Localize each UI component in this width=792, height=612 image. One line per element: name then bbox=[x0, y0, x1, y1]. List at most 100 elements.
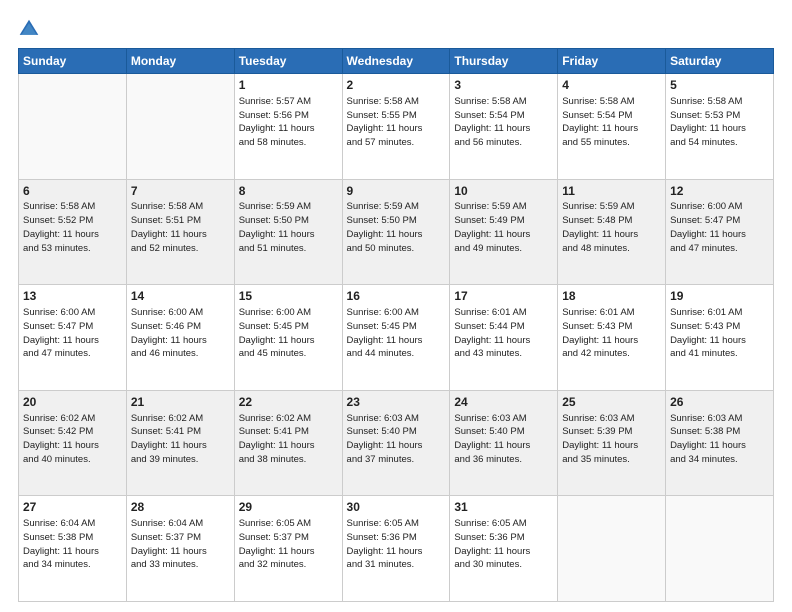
calendar-day-cell bbox=[126, 74, 234, 180]
calendar-day-cell: 23Sunrise: 6:03 AM Sunset: 5:40 PM Dayli… bbox=[342, 390, 450, 496]
day-info: Sunrise: 5:57 AM Sunset: 5:56 PM Dayligh… bbox=[239, 95, 338, 150]
calendar-day-cell: 26Sunrise: 6:03 AM Sunset: 5:38 PM Dayli… bbox=[666, 390, 774, 496]
day-info: Sunrise: 6:02 AM Sunset: 5:41 PM Dayligh… bbox=[131, 412, 230, 467]
day-info: Sunrise: 6:00 AM Sunset: 5:47 PM Dayligh… bbox=[670, 200, 769, 255]
day-number: 25 bbox=[562, 394, 661, 411]
day-number: 17 bbox=[454, 288, 553, 305]
day-info: Sunrise: 5:58 AM Sunset: 5:52 PM Dayligh… bbox=[23, 200, 122, 255]
weekday-header: Wednesday bbox=[342, 49, 450, 74]
day-number: 6 bbox=[23, 183, 122, 200]
day-number: 28 bbox=[131, 499, 230, 516]
calendar-day-cell: 20Sunrise: 6:02 AM Sunset: 5:42 PM Dayli… bbox=[19, 390, 127, 496]
weekday-header: Saturday bbox=[666, 49, 774, 74]
day-number: 14 bbox=[131, 288, 230, 305]
calendar-week-row: 20Sunrise: 6:02 AM Sunset: 5:42 PM Dayli… bbox=[19, 390, 774, 496]
day-number: 16 bbox=[347, 288, 446, 305]
calendar-day-cell: 25Sunrise: 6:03 AM Sunset: 5:39 PM Dayli… bbox=[558, 390, 666, 496]
calendar-table: SundayMondayTuesdayWednesdayThursdayFrid… bbox=[18, 48, 774, 602]
logo bbox=[18, 18, 44, 40]
day-info: Sunrise: 6:05 AM Sunset: 5:37 PM Dayligh… bbox=[239, 517, 338, 572]
calendar-week-row: 27Sunrise: 6:04 AM Sunset: 5:38 PM Dayli… bbox=[19, 496, 774, 602]
day-number: 27 bbox=[23, 499, 122, 516]
day-number: 2 bbox=[347, 77, 446, 94]
calendar-day-cell: 4Sunrise: 5:58 AM Sunset: 5:54 PM Daylig… bbox=[558, 74, 666, 180]
calendar-week-row: 6Sunrise: 5:58 AM Sunset: 5:52 PM Daylig… bbox=[19, 179, 774, 285]
day-number: 29 bbox=[239, 499, 338, 516]
calendar-day-cell: 6Sunrise: 5:58 AM Sunset: 5:52 PM Daylig… bbox=[19, 179, 127, 285]
day-info: Sunrise: 6:04 AM Sunset: 5:38 PM Dayligh… bbox=[23, 517, 122, 572]
calendar-day-cell bbox=[19, 74, 127, 180]
calendar-day-cell: 15Sunrise: 6:00 AM Sunset: 5:45 PM Dayli… bbox=[234, 285, 342, 391]
day-number: 1 bbox=[239, 77, 338, 94]
day-info: Sunrise: 6:03 AM Sunset: 5:40 PM Dayligh… bbox=[454, 412, 553, 467]
calendar-day-cell: 1Sunrise: 5:57 AM Sunset: 5:56 PM Daylig… bbox=[234, 74, 342, 180]
day-number: 8 bbox=[239, 183, 338, 200]
day-number: 12 bbox=[670, 183, 769, 200]
calendar-day-cell: 19Sunrise: 6:01 AM Sunset: 5:43 PM Dayli… bbox=[666, 285, 774, 391]
logo-icon bbox=[18, 18, 40, 40]
day-number: 23 bbox=[347, 394, 446, 411]
day-info: Sunrise: 6:00 AM Sunset: 5:45 PM Dayligh… bbox=[347, 306, 446, 361]
calendar-week-row: 13Sunrise: 6:00 AM Sunset: 5:47 PM Dayli… bbox=[19, 285, 774, 391]
calendar-day-cell: 29Sunrise: 6:05 AM Sunset: 5:37 PM Dayli… bbox=[234, 496, 342, 602]
calendar-day-cell: 8Sunrise: 5:59 AM Sunset: 5:50 PM Daylig… bbox=[234, 179, 342, 285]
day-info: Sunrise: 6:03 AM Sunset: 5:40 PM Dayligh… bbox=[347, 412, 446, 467]
calendar-day-cell: 30Sunrise: 6:05 AM Sunset: 5:36 PM Dayli… bbox=[342, 496, 450, 602]
day-number: 3 bbox=[454, 77, 553, 94]
day-info: Sunrise: 6:01 AM Sunset: 5:43 PM Dayligh… bbox=[562, 306, 661, 361]
calendar-day-cell: 3Sunrise: 5:58 AM Sunset: 5:54 PM Daylig… bbox=[450, 74, 558, 180]
calendar-header-row: SundayMondayTuesdayWednesdayThursdayFrid… bbox=[19, 49, 774, 74]
day-info: Sunrise: 5:59 AM Sunset: 5:50 PM Dayligh… bbox=[347, 200, 446, 255]
calendar-day-cell: 24Sunrise: 6:03 AM Sunset: 5:40 PM Dayli… bbox=[450, 390, 558, 496]
calendar-day-cell bbox=[558, 496, 666, 602]
page: SundayMondayTuesdayWednesdayThursdayFrid… bbox=[0, 0, 792, 612]
calendar-day-cell: 27Sunrise: 6:04 AM Sunset: 5:38 PM Dayli… bbox=[19, 496, 127, 602]
calendar-day-cell: 14Sunrise: 6:00 AM Sunset: 5:46 PM Dayli… bbox=[126, 285, 234, 391]
weekday-header: Thursday bbox=[450, 49, 558, 74]
calendar-day-cell: 18Sunrise: 6:01 AM Sunset: 5:43 PM Dayli… bbox=[558, 285, 666, 391]
calendar-week-row: 1Sunrise: 5:57 AM Sunset: 5:56 PM Daylig… bbox=[19, 74, 774, 180]
day-info: Sunrise: 5:59 AM Sunset: 5:49 PM Dayligh… bbox=[454, 200, 553, 255]
calendar-day-cell: 5Sunrise: 5:58 AM Sunset: 5:53 PM Daylig… bbox=[666, 74, 774, 180]
weekday-header: Monday bbox=[126, 49, 234, 74]
day-number: 31 bbox=[454, 499, 553, 516]
day-number: 18 bbox=[562, 288, 661, 305]
day-number: 19 bbox=[670, 288, 769, 305]
weekday-header: Sunday bbox=[19, 49, 127, 74]
day-info: Sunrise: 6:04 AM Sunset: 5:37 PM Dayligh… bbox=[131, 517, 230, 572]
day-info: Sunrise: 6:01 AM Sunset: 5:43 PM Dayligh… bbox=[670, 306, 769, 361]
day-number: 10 bbox=[454, 183, 553, 200]
day-number: 22 bbox=[239, 394, 338, 411]
day-info: Sunrise: 6:00 AM Sunset: 5:45 PM Dayligh… bbox=[239, 306, 338, 361]
weekday-header: Tuesday bbox=[234, 49, 342, 74]
weekday-header: Friday bbox=[558, 49, 666, 74]
day-number: 21 bbox=[131, 394, 230, 411]
day-info: Sunrise: 6:02 AM Sunset: 5:42 PM Dayligh… bbox=[23, 412, 122, 467]
day-number: 7 bbox=[131, 183, 230, 200]
day-number: 24 bbox=[454, 394, 553, 411]
day-number: 4 bbox=[562, 77, 661, 94]
day-info: Sunrise: 5:58 AM Sunset: 5:54 PM Dayligh… bbox=[562, 95, 661, 150]
day-info: Sunrise: 6:03 AM Sunset: 5:39 PM Dayligh… bbox=[562, 412, 661, 467]
day-info: Sunrise: 5:58 AM Sunset: 5:54 PM Dayligh… bbox=[454, 95, 553, 150]
calendar-day-cell: 31Sunrise: 6:05 AM Sunset: 5:36 PM Dayli… bbox=[450, 496, 558, 602]
day-info: Sunrise: 5:58 AM Sunset: 5:51 PM Dayligh… bbox=[131, 200, 230, 255]
day-number: 20 bbox=[23, 394, 122, 411]
day-info: Sunrise: 6:01 AM Sunset: 5:44 PM Dayligh… bbox=[454, 306, 553, 361]
day-info: Sunrise: 6:02 AM Sunset: 5:41 PM Dayligh… bbox=[239, 412, 338, 467]
calendar-day-cell bbox=[666, 496, 774, 602]
day-info: Sunrise: 6:00 AM Sunset: 5:47 PM Dayligh… bbox=[23, 306, 122, 361]
day-number: 30 bbox=[347, 499, 446, 516]
day-info: Sunrise: 5:58 AM Sunset: 5:55 PM Dayligh… bbox=[347, 95, 446, 150]
calendar-day-cell: 22Sunrise: 6:02 AM Sunset: 5:41 PM Dayli… bbox=[234, 390, 342, 496]
day-info: Sunrise: 6:00 AM Sunset: 5:46 PM Dayligh… bbox=[131, 306, 230, 361]
day-number: 9 bbox=[347, 183, 446, 200]
calendar-day-cell: 2Sunrise: 5:58 AM Sunset: 5:55 PM Daylig… bbox=[342, 74, 450, 180]
calendar-day-cell: 11Sunrise: 5:59 AM Sunset: 5:48 PM Dayli… bbox=[558, 179, 666, 285]
day-info: Sunrise: 6:03 AM Sunset: 5:38 PM Dayligh… bbox=[670, 412, 769, 467]
day-number: 13 bbox=[23, 288, 122, 305]
day-number: 11 bbox=[562, 183, 661, 200]
day-info: Sunrise: 6:05 AM Sunset: 5:36 PM Dayligh… bbox=[347, 517, 446, 572]
calendar-day-cell: 21Sunrise: 6:02 AM Sunset: 5:41 PM Dayli… bbox=[126, 390, 234, 496]
calendar-day-cell: 12Sunrise: 6:00 AM Sunset: 5:47 PM Dayli… bbox=[666, 179, 774, 285]
